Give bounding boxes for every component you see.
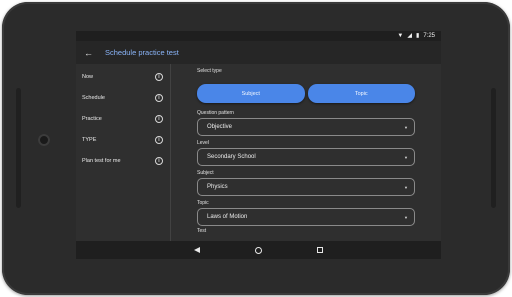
sidebar-item-schedule[interactable]: Schedule i [76, 87, 170, 108]
content: Now i Schedule i Practice i TYPE i Plan … [76, 64, 441, 241]
sidebar-item-label: Practice [82, 115, 102, 122]
signal-icon: ◢ [407, 33, 412, 39]
front-camera [38, 134, 50, 146]
select-value: Physics [207, 184, 228, 190]
battery-icon: ▮ [416, 33, 420, 39]
tablet-frame: ▼ ◢ ▮ 7:25 ← Schedule practice test Now … [2, 2, 510, 295]
app-bar: ← Schedule practice test [76, 41, 441, 64]
sidebar-item-now[interactable]: Now i [76, 66, 170, 87]
topic-select[interactable]: Laws of Motion ▼ [197, 208, 415, 226]
type-toggle-group: Subject Topic [197, 84, 415, 103]
nav-back-icon[interactable] [194, 247, 200, 253]
select-type-label: Select type [197, 68, 222, 74]
speaker-right [491, 88, 496, 208]
chevron-down-icon: ▼ [404, 214, 408, 220]
status-bar: ▼ ◢ ▮ 7:25 [76, 31, 441, 41]
subject-toggle-button[interactable]: Subject [197, 84, 305, 103]
level-label: Level [197, 140, 209, 146]
test-label: Test [197, 228, 207, 234]
chevron-down-icon: ▼ [404, 124, 408, 130]
sidebar-item-practice[interactable]: Practice i [76, 108, 170, 129]
system-nav-bar [76, 241, 441, 259]
sidebar-item-label: Plan test for me [82, 157, 121, 164]
subject-label: Subject [197, 170, 214, 176]
topic-toggle-button[interactable]: Topic [307, 84, 415, 103]
arrow-back-icon[interactable]: ← [84, 48, 100, 58]
question-pattern-label: Question pattern [197, 110, 234, 116]
wifi-icon: ▼ [397, 33, 404, 39]
chevron-down-icon: ▼ [404, 184, 408, 190]
screen: ▼ ◢ ▮ 7:25 ← Schedule practice test Now … [76, 31, 441, 259]
subject-select[interactable]: Physics ▼ [197, 178, 415, 196]
chevron-down-icon: ▼ [404, 154, 408, 160]
nav-recents-icon[interactable] [317, 247, 323, 253]
select-value: Laws of Motion [207, 214, 248, 220]
select-value: Secondary School [207, 154, 256, 160]
sidebar: Now i Schedule i Practice i TYPE i Plan … [76, 64, 171, 241]
nav-home-icon[interactable] [255, 246, 262, 254]
info-icon[interactable]: i [155, 114, 163, 123]
select-value: Objective [207, 124, 233, 130]
info-icon[interactable]: i [155, 93, 163, 102]
page-title: Schedule practice test [105, 48, 179, 57]
sidebar-item-plan-test[interactable]: Plan test for me i [76, 150, 170, 171]
sidebar-item-type[interactable]: TYPE i [76, 129, 170, 150]
speaker-left [16, 88, 21, 208]
question-pattern-select[interactable]: Objective ▼ [197, 118, 415, 136]
sidebar-item-label: TYPE [82, 136, 97, 143]
info-icon[interactable]: i [155, 72, 163, 81]
sidebar-item-label: Now [82, 73, 94, 80]
info-icon[interactable]: i [155, 135, 163, 144]
status-time: 7:25 [423, 33, 435, 39]
info-icon[interactable]: i [155, 156, 163, 165]
topic-label: Topic [197, 200, 209, 206]
sidebar-item-label: Schedule [82, 94, 105, 101]
level-select[interactable]: Secondary School ▼ [197, 148, 415, 166]
schedule-form: Select type Subject Topic Question patte… [171, 64, 441, 241]
